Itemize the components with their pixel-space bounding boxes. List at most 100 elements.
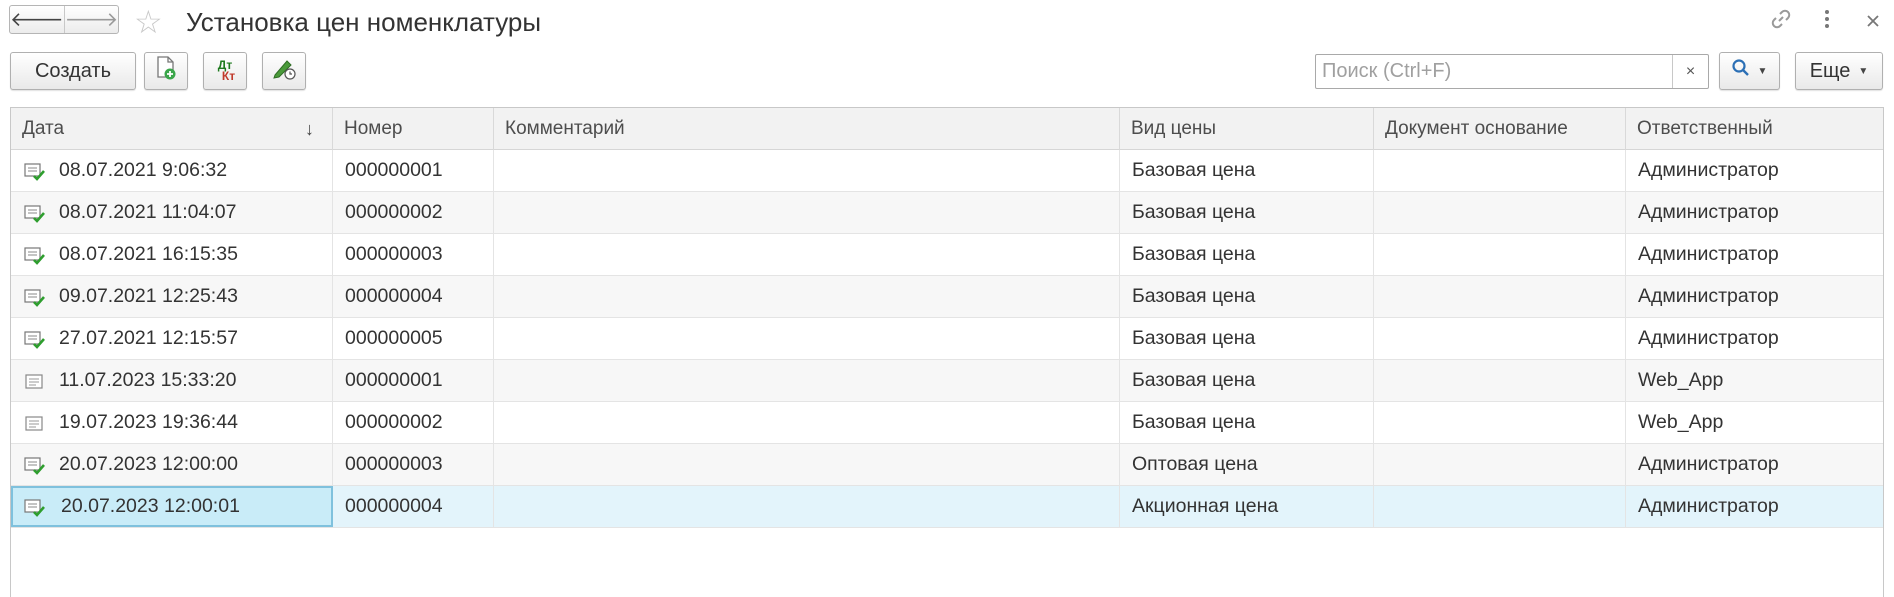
dt-kt-button[interactable]: Дт Кт: [203, 52, 247, 90]
edit-schedule-button[interactable]: [262, 52, 306, 90]
page-title: Установка цен номенклатуры: [186, 7, 542, 37]
star-icon[interactable]: ☆: [134, 2, 163, 42]
more-button[interactable]: Еще ▼: [1795, 52, 1883, 90]
cell-responsible[interactable]: Web_App: [1626, 402, 1883, 443]
cell-number[interactable]: 000000002: [333, 192, 494, 233]
cell-base-document[interactable]: [1374, 318, 1626, 359]
cell-base-document[interactable]: [1374, 234, 1626, 275]
cell-responsible-text: Администратор: [1638, 159, 1779, 181]
link-icon[interactable]: [1770, 8, 1792, 36]
cell-price-kind[interactable]: Базовая цена: [1120, 360, 1374, 401]
table-row[interactable]: 27.07.2021 12:15:57 000000005 Базовая цена…: [11, 318, 1883, 360]
table-header: Дата ↓ Номер Комментарий Вид цены Докуме…: [11, 108, 1883, 150]
cell-responsible[interactable]: Администратор: [1626, 234, 1883, 275]
posted-document-icon: [24, 498, 46, 518]
cell-comment[interactable]: [494, 234, 1120, 275]
cell-date[interactable]: 08.07.2021 9:06:32: [11, 150, 333, 191]
cell-comment[interactable]: [494, 318, 1120, 359]
edit-schedule-icon: [271, 55, 297, 87]
cell-price-kind[interactable]: Базовая цена: [1120, 402, 1374, 443]
forward-button[interactable]: 🡒: [63, 6, 119, 33]
title-bar: 🡐 🡒 ☆ Установка цен номенклатуры: [0, 0, 1894, 46]
cell-date[interactable]: 08.07.2021 16:15:35: [11, 234, 333, 275]
cell-date[interactable]: 11.07.2023 15:33:20: [11, 360, 333, 401]
cell-date[interactable]: 09.07.2021 12:25:43: [11, 276, 333, 317]
table-row[interactable]: 09.07.2021 12:25:43 000000004 Базовая цена…: [11, 276, 1883, 318]
table-row[interactable]: 19.07.2023 19:36:44 000000002 Базовая цена…: [11, 402, 1883, 444]
search-input[interactable]: [1316, 55, 1672, 88]
cell-comment[interactable]: [494, 444, 1120, 485]
cell-date[interactable]: 27.07.2021 12:15:57: [11, 318, 333, 359]
cell-base-document[interactable]: [1374, 444, 1626, 485]
back-button[interactable]: 🡐: [10, 6, 64, 33]
cell-responsible[interactable]: Web_App: [1626, 360, 1883, 401]
cell-date[interactable]: 08.07.2021 11:04:07: [11, 192, 333, 233]
cell-base-document[interactable]: [1374, 276, 1626, 317]
search-clear-button[interactable]: ×: [1672, 55, 1708, 88]
close-icon[interactable]: [1862, 11, 1884, 34]
cell-date[interactable]: 19.07.2023 19:36:44: [11, 402, 333, 443]
cell-comment[interactable]: [494, 150, 1120, 191]
cell-responsible[interactable]: Администратор: [1626, 318, 1883, 359]
cell-base-document[interactable]: [1374, 360, 1626, 401]
table-row[interactable]: 11.07.2023 15:33:20 000000001 Базовая цена…: [11, 360, 1883, 402]
cell-price-kind[interactable]: Базовая цена: [1120, 234, 1374, 275]
column-header-responsible[interactable]: Ответственный: [1626, 108, 1883, 150]
cell-responsible[interactable]: Администратор: [1626, 444, 1883, 485]
column-header-price-kind[interactable]: Вид цены: [1120, 108, 1374, 150]
cell-base-document[interactable]: [1374, 150, 1626, 191]
cell-number[interactable]: 000000003: [333, 444, 494, 485]
cell-base-document[interactable]: [1374, 402, 1626, 443]
cell-comment[interactable]: [494, 192, 1120, 233]
cell-date-text: 08.07.2021 9:06:32: [59, 159, 228, 181]
arrow-right-icon: 🡒: [64, 9, 119, 31]
cell-base-document[interactable]: [1374, 192, 1626, 233]
table-row[interactable]: 20.07.2023 12:00:01 000000004 Акционная це…: [11, 486, 1883, 528]
search-button[interactable]: ▼: [1719, 52, 1780, 90]
cell-number-text: 000000004: [345, 285, 443, 307]
table-row[interactable]: 08.07.2021 11:04:07 000000002 Базовая цена…: [11, 192, 1883, 234]
column-header-comment[interactable]: Комментарий: [494, 108, 1120, 150]
column-header-number[interactable]: Номер: [333, 108, 494, 150]
table-row[interactable]: 08.07.2021 9:06:32 000000001 Базовая цена А…: [11, 150, 1883, 192]
cell-responsible-text: Администратор: [1638, 495, 1779, 517]
cell-price-kind[interactable]: Базовая цена: [1120, 192, 1374, 233]
cell-number[interactable]: 000000005: [333, 318, 494, 359]
posted-document-icon: [24, 246, 46, 266]
cell-price-kind[interactable]: Базовая цена: [1120, 276, 1374, 317]
sort-down-icon: ↓: [305, 119, 314, 139]
cell-price-kind[interactable]: Базовая цена: [1120, 318, 1374, 359]
cell-responsible-text: Администратор: [1638, 243, 1779, 265]
cell-number[interactable]: 000000002: [333, 402, 494, 443]
cell-comment[interactable]: [494, 360, 1120, 401]
column-header-base-document[interactable]: Документ основание: [1374, 108, 1626, 150]
table-row[interactable]: 08.07.2021 16:15:35 000000003 Базовая цена…: [11, 234, 1883, 276]
cell-number[interactable]: 000000004: [333, 486, 494, 527]
cell-date[interactable]: 20.07.2023 12:00:00: [11, 444, 333, 485]
copy-document-button[interactable]: [144, 52, 188, 90]
more-label: Еще: [1809, 59, 1851, 82]
cell-responsible[interactable]: Администратор: [1626, 150, 1883, 191]
cell-comment[interactable]: [494, 402, 1120, 443]
cell-responsible[interactable]: Администратор: [1626, 486, 1883, 527]
kebab-menu-icon[interactable]: [1816, 9, 1838, 35]
cell-comment[interactable]: [494, 486, 1120, 527]
cell-base-document[interactable]: [1374, 486, 1626, 527]
create-button[interactable]: Создать: [10, 52, 136, 90]
cell-price-kind[interactable]: Акционная цена: [1120, 486, 1374, 527]
cell-date-text: 20.07.2023 12:00:01: [61, 495, 240, 517]
navigation-buttons: 🡐 🡒: [9, 5, 119, 34]
cell-responsible[interactable]: Администратор: [1626, 276, 1883, 317]
cell-price-kind[interactable]: Базовая цена: [1120, 150, 1374, 191]
cell-number[interactable]: 000000003: [333, 234, 494, 275]
cell-number[interactable]: 000000001: [333, 150, 494, 191]
cell-number[interactable]: 000000004: [333, 276, 494, 317]
table-row[interactable]: 20.07.2023 12:00:00 000000003 Оптовая цена…: [11, 444, 1883, 486]
cell-responsible[interactable]: Администратор: [1626, 192, 1883, 233]
cell-number[interactable]: 000000001: [333, 360, 494, 401]
cell-price-kind[interactable]: Оптовая цена: [1120, 444, 1374, 485]
column-header-date[interactable]: Дата ↓: [11, 108, 333, 150]
cell-date[interactable]: 20.07.2023 12:00:01: [11, 486, 333, 527]
cell-comment[interactable]: [494, 276, 1120, 317]
cell-date-text: 11.07.2023 15:33:20: [59, 369, 237, 391]
